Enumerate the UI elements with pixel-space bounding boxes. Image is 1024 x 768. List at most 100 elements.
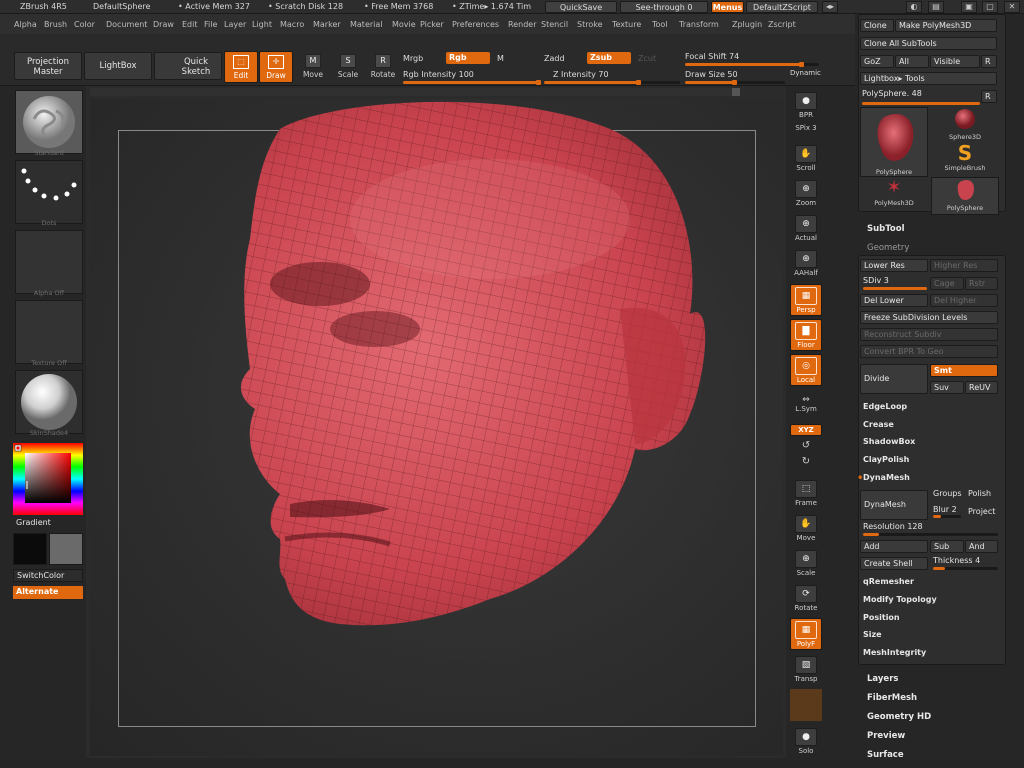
gradient-toggle[interactable]: Gradient xyxy=(13,517,83,530)
floor-button[interactable]: ▇ Floor xyxy=(790,319,822,351)
rotate-mode-button[interactable]: R Rotate xyxy=(366,51,400,83)
draw-size-knob[interactable] xyxy=(732,80,737,85)
polyframe-button[interactable]: ▦ PolyF xyxy=(790,618,822,650)
geometry-hd-section[interactable]: Geometry HD xyxy=(867,712,931,722)
menu-stroke[interactable]: Stroke xyxy=(577,20,603,29)
groups-toggle[interactable]: Groups xyxy=(931,488,962,501)
menu-tool[interactable]: Tool xyxy=(652,20,668,29)
cage-button[interactable]: Cage xyxy=(930,277,964,290)
divide-button[interactable]: Divide xyxy=(860,364,928,394)
sdiv-slider[interactable] xyxy=(863,287,927,290)
scroll-button[interactable]: ✋ Scroll xyxy=(790,143,822,175)
clone-button[interactable]: Clone xyxy=(860,19,894,32)
tool-r-button[interactable]: R xyxy=(981,90,997,103)
focal-shift-knob[interactable] xyxy=(798,62,804,67)
brush-selector[interactable] xyxy=(15,90,83,154)
edit-mode-button[interactable]: ⬚ Edit xyxy=(224,51,258,83)
menu-picker[interactable]: Picker xyxy=(420,20,444,29)
menu-edit[interactable]: Edit xyxy=(182,20,198,29)
layers-section[interactable]: Layers xyxy=(867,674,898,684)
tool-polysphere-active[interactable]: PolySphere xyxy=(860,107,928,177)
lsym-button[interactable]: ⇔ L.Sym xyxy=(790,395,822,419)
move-mode-button[interactable]: M Move xyxy=(296,51,330,83)
actual-button[interactable]: ⊕ Actual xyxy=(790,213,822,245)
zcut-toggle[interactable]: Zcut xyxy=(638,54,656,63)
draw-size-slider[interactable] xyxy=(685,80,785,85)
zadd-toggle[interactable]: Zadd xyxy=(544,54,565,63)
move-view-button[interactable]: ✋ Move xyxy=(790,513,822,545)
and-button[interactable]: And xyxy=(965,540,998,553)
switchcolor-button[interactable]: SwitchColor xyxy=(13,569,83,582)
material-selector[interactable] xyxy=(15,370,83,434)
see-through-slider[interactable]: See-through 0 xyxy=(620,1,708,13)
convert-bpr-button[interactable]: Convert BPR To Geo xyxy=(860,345,998,358)
minimize-icon[interactable]: ▣ xyxy=(961,1,977,13)
goz-all-button[interactable]: All xyxy=(895,55,929,68)
menu-transform[interactable]: Transform xyxy=(679,20,719,29)
menu-texture[interactable]: Texture xyxy=(612,20,641,29)
z-intensity-knob[interactable] xyxy=(636,80,642,85)
project-toggle[interactable]: Project xyxy=(966,506,995,519)
ghost-button[interactable] xyxy=(790,689,822,721)
menu-draw[interactable]: Draw xyxy=(153,20,174,29)
dynamic-toggle[interactable]: Dynamic xyxy=(790,69,821,77)
quick-sketch-button[interactable]: Quick Sketch xyxy=(154,52,222,80)
polish-toggle[interactable]: Polish xyxy=(966,488,991,501)
menu-marker[interactable]: Marker xyxy=(313,20,341,29)
current-tool-slider[interactable] xyxy=(862,102,980,105)
quicksave-button[interactable]: QuickSave xyxy=(545,1,617,13)
lightbox-button[interactable]: LightBox xyxy=(84,52,152,80)
make-polymesh3d-button[interactable]: Make PolyMesh3D xyxy=(895,19,997,32)
smt-toggle[interactable]: Smt xyxy=(930,364,998,377)
crease-section[interactable]: Crease xyxy=(863,420,894,429)
layout-icon[interactable]: ▤ xyxy=(928,1,944,13)
frame-button[interactable]: ⬚ Frame xyxy=(790,478,822,510)
xyz-rotate-button[interactable]: XYZ xyxy=(790,424,822,436)
tool-sphere3d[interactable]: Sphere3D xyxy=(931,107,999,145)
menu-brush[interactable]: Brush xyxy=(44,20,67,29)
local-button[interactable]: ◎ Local xyxy=(790,354,822,386)
alpha-selector[interactable] xyxy=(15,230,83,294)
menu-file[interactable]: File xyxy=(204,20,217,29)
position-section[interactable]: Position xyxy=(863,613,900,622)
m-toggle[interactable]: M xyxy=(497,54,504,63)
subtool-section[interactable]: SubTool xyxy=(867,224,905,234)
menu-layer[interactable]: Layer xyxy=(224,20,246,29)
texture-selector[interactable] xyxy=(15,300,83,364)
modify-topology-section[interactable]: Modify Topology xyxy=(863,595,937,604)
zoom-button[interactable]: ⊕ Zoom xyxy=(790,178,822,210)
scroll-arrows-icon[interactable]: ◂▸ xyxy=(822,1,838,13)
rstr-button[interactable]: Rstr xyxy=(965,277,998,290)
rgb-toggle[interactable]: Rgb xyxy=(446,52,490,64)
suv-toggle[interactable]: Suv xyxy=(930,381,964,394)
z-intensity-slider[interactable] xyxy=(544,80,680,85)
secondary-color-swatch[interactable] xyxy=(49,533,83,565)
qremesher-section[interactable]: qRemesher xyxy=(863,577,914,586)
tool-polysphere-2[interactable]: PolySphere xyxy=(931,177,999,215)
dynamesh-button[interactable]: DynaMesh xyxy=(860,490,928,520)
stroke-selector[interactable] xyxy=(15,160,83,224)
persp-button[interactable]: ▦ Persp xyxy=(790,284,822,316)
rotate-view-button[interactable]: ⟳ Rotate xyxy=(790,583,822,615)
reuv-button[interactable]: ReUV xyxy=(965,381,998,394)
menu-color[interactable]: Color xyxy=(74,20,95,29)
sub-button[interactable]: Sub xyxy=(930,540,964,553)
rotate-z-icon[interactable]: ↻ xyxy=(790,456,822,470)
goz-r-button[interactable]: R xyxy=(981,55,997,68)
spix-slider[interactable]: SPix 3 xyxy=(790,124,822,138)
zsub-toggle[interactable]: Zsub xyxy=(587,52,631,64)
goz-visible-button[interactable]: Visible xyxy=(930,55,980,68)
fibermesh-section[interactable]: FiberMesh xyxy=(867,693,917,703)
solo-button[interactable]: ● Solo xyxy=(790,726,822,758)
menu-stencil[interactable]: Stencil xyxy=(541,20,568,29)
maximize-icon[interactable]: ▢ xyxy=(982,1,998,13)
preview-section[interactable]: Preview xyxy=(867,731,905,741)
menu-preferences[interactable]: Preferences xyxy=(452,20,499,29)
close-icon[interactable]: ✕ xyxy=(1004,1,1020,13)
menu-movie[interactable]: Movie xyxy=(392,20,416,29)
geometry-section[interactable]: Geometry xyxy=(867,243,909,253)
draw-mode-button[interactable]: ✛ Draw xyxy=(259,51,293,83)
aahalf-button[interactable]: ⊕ AAHalf xyxy=(790,248,822,280)
higher-res-button[interactable]: Higher Res xyxy=(930,259,998,272)
menu-render[interactable]: Render xyxy=(508,20,536,29)
